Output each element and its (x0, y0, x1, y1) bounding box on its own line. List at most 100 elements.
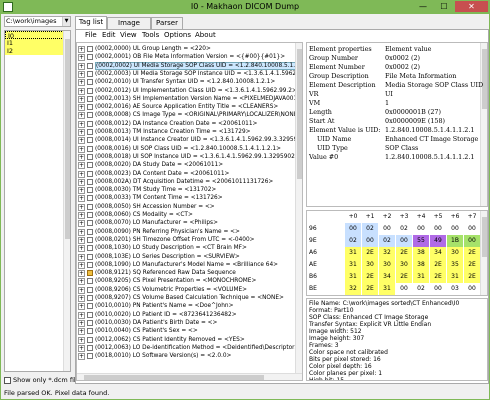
hex-byte[interactable]: 00 (396, 235, 412, 247)
hex-byte[interactable]: 2E (464, 259, 480, 271)
expand-icon[interactable]: + (78, 245, 85, 253)
tag-tree-item[interactable]: + (0008,9207) CS Volume Based Calculation… (77, 294, 297, 302)
expand-icon[interactable]: + (78, 145, 85, 153)
maximize-button[interactable]: ☐ (434, 1, 454, 12)
expand-icon[interactable]: + (78, 187, 85, 195)
expand-icon[interactable]: + (78, 170, 85, 178)
hex-byte[interactable]: 1B (447, 235, 463, 247)
hex-byte[interactable]: 34 (379, 271, 395, 283)
tag-tree-item[interactable]: + (0008,0201) SH Timezone Offset From UTC… (77, 236, 297, 244)
expand-icon[interactable]: + (78, 87, 85, 95)
tag-tree-item[interactable]: + (0012,0063) LO De-identification Method… (77, 344, 297, 352)
tag-tree-item[interactable]: + (0010,0030) DA Patient's Birth Date = <… (77, 319, 297, 327)
tag-tree-item[interactable]: + (0002,0000) UL Group Length = <220> (77, 45, 297, 53)
tag-tree-item[interactable]: + (0008,0013) TM Instance Creation Time =… (77, 128, 297, 136)
hex-byte[interactable]: 34 (430, 247, 446, 259)
path-combo[interactable]: C:\work\images ▼ (4, 16, 71, 27)
expand-icon[interactable]: + (78, 212, 85, 219)
expand-icon[interactable]: + (78, 311, 85, 319)
expand-icon[interactable]: + (78, 178, 85, 186)
tag-tree-item[interactable]: + (0002,0010) UI Transfer Syntax UID = <1… (77, 78, 297, 87)
menu-tools[interactable]: Tools (142, 31, 159, 40)
file-list[interactable]: I0 I1 I2 (4, 30, 71, 372)
tag-tree-item[interactable]: + (0008,002A) DT Acquisition Datetime = <… (77, 178, 297, 186)
expand-icon[interactable]: + (78, 62, 85, 70)
hex-byte[interactable]: 03 (447, 283, 463, 295)
tab-tag-list[interactable]: Tag list (75, 16, 107, 30)
tag-tree-item[interactable]: + (0012,0062) CS Patient Identity Removed… (77, 336, 297, 344)
hex-byte[interactable]: 31 (447, 271, 463, 283)
tag-tree-item[interactable]: + (0008,0014) UI Instance Creator UID = <… (77, 136, 297, 145)
hex-row[interactable]: AE 31 30 30 30 38 2E 35 2E (307, 259, 487, 271)
minimize-button[interactable]: — (413, 1, 433, 12)
hex-byte[interactable]: 2E (362, 283, 378, 295)
tag-tree-item[interactable]: + (0008,1090) LO Manufacturer's Model Nam… (77, 261, 297, 269)
tag-tree-item[interactable]: + (0002,0003) UI Media Storage SOP Instan… (77, 70, 297, 78)
hex-byte[interactable]: 2E (396, 271, 412, 283)
hex-byte[interactable]: 00 (464, 283, 480, 295)
tag-tree-item[interactable]: + (0002,0012) UI Implementation Class UID… (77, 87, 297, 95)
hex-byte[interactable]: 02 (413, 283, 429, 295)
expand-icon[interactable]: + (78, 46, 85, 53)
expand-icon[interactable]: + (78, 129, 85, 136)
hex-byte[interactable]: 32 (345, 283, 361, 295)
expand-icon[interactable]: + (78, 203, 85, 211)
expand-icon[interactable]: + (78, 153, 85, 161)
menu-edit[interactable]: Edit (102, 31, 116, 40)
expand-icon[interactable]: + (78, 228, 85, 236)
tag-tree-item[interactable]: + (0008,0018) UI SOP Instance UID = <1.3.… (77, 153, 297, 161)
expand-icon[interactable]: + (78, 353, 85, 361)
hex-byte[interactable]: 00 (362, 235, 378, 247)
show-only-checkbox[interactable] (4, 376, 11, 384)
tag-tree-item[interactable]: + (0008,9205) CS Pixel Presentation = <MO… (77, 277, 297, 286)
expand-icon[interactable]: + (78, 79, 85, 87)
expand-icon[interactable]: + (78, 270, 85, 278)
hex-byte[interactable]: 00 (430, 223, 446, 235)
tag-tree-item[interactable]: + (0008,103E) LO Series Description = <SU… (77, 253, 297, 261)
hex-row[interactable]: A6 31 2E 32 2E 38 34 30 2E (307, 247, 487, 259)
tag-tree-item[interactable]: + (0008,0016) UI SOP Class UID = <1.2.840… (77, 145, 297, 153)
hex-byte[interactable]: 02 (379, 235, 395, 247)
hex-row[interactable]: B6 31 2E 34 2E 31 2E 31 2E (307, 271, 487, 283)
hex-byte[interactable]: 00 (379, 223, 395, 235)
scroll-thumb[interactable] (84, 375, 264, 380)
tag-tree-item[interactable]: + (0008,0008) CS Image Type = <ORIGINAL\P… (77, 111, 297, 120)
hex-byte[interactable]: 00 (464, 223, 480, 235)
expand-icon[interactable]: + (78, 54, 85, 62)
hex-byte[interactable]: 2E (430, 259, 446, 271)
tag-tree-item[interactable]: + (0018,0010) LO Software Version(s) = <2… (77, 352, 297, 361)
file-item[interactable]: I2 (5, 47, 70, 55)
tag-tree-hscrollbar[interactable] (77, 373, 302, 380)
file-list-scrollbar[interactable] (63, 31, 70, 371)
hex-byte[interactable]: 31 (379, 283, 395, 295)
expand-icon[interactable]: + (78, 303, 85, 311)
tag-tree[interactable]: + (0018,0010) LO Software Version(s) = <2… (76, 42, 303, 381)
scroll-thumb[interactable] (297, 49, 302, 179)
tag-tree-item[interactable]: + (0002,0001) OB File Meta Information Ve… (77, 53, 297, 62)
expand-icon[interactable]: + (78, 336, 85, 344)
hex-byte[interactable]: 49 (430, 235, 446, 247)
tag-tree-item[interactable]: + (0008,0090) PN Referring Physician's Na… (77, 228, 297, 236)
hex-byte[interactable]: 30 (396, 259, 412, 271)
hex-byte[interactable]: 02 (396, 223, 412, 235)
tag-tree-item[interactable]: + (0002,0013) SH Implementation Version N… (77, 95, 297, 103)
hex-byte[interactable]: 35 (447, 259, 463, 271)
expand-icon[interactable]: + (78, 344, 85, 352)
hex-row[interactable]: 96 00 02 00 02 00 00 00 00 (307, 223, 487, 235)
expand-icon[interactable]: + (78, 295, 85, 302)
hex-byte[interactable]: 00 (413, 223, 429, 235)
hex-byte[interactable]: 2E (362, 247, 378, 259)
expand-icon[interactable]: + (78, 319, 85, 327)
expand-icon[interactable]: + (78, 253, 85, 261)
expand-icon[interactable]: + (78, 286, 85, 294)
hex-byte[interactable]: 55 (413, 235, 429, 247)
hex-byte[interactable]: 30 (362, 259, 378, 271)
tag-tree-item[interactable]: + (0008,9206) CS Volumetric Properties = … (77, 286, 297, 294)
expand-icon[interactable]: + (78, 95, 85, 103)
file-item[interactable]: I0 (5, 31, 70, 40)
file-item[interactable]: I1 (5, 39, 70, 47)
hex-view[interactable]: +0 +1 +2 +3 +4 +5 +6 +7 96 00 02 00 02 00 00 00 00 9E 02 00… (306, 210, 488, 296)
hex-row[interactable]: BE 32 2E 31 00 02 00 03 00 (307, 283, 487, 295)
tag-tree-item[interactable]: + (0008,0050) SH Accession Number = <> (77, 203, 297, 211)
expand-icon[interactable]: + (78, 112, 85, 120)
